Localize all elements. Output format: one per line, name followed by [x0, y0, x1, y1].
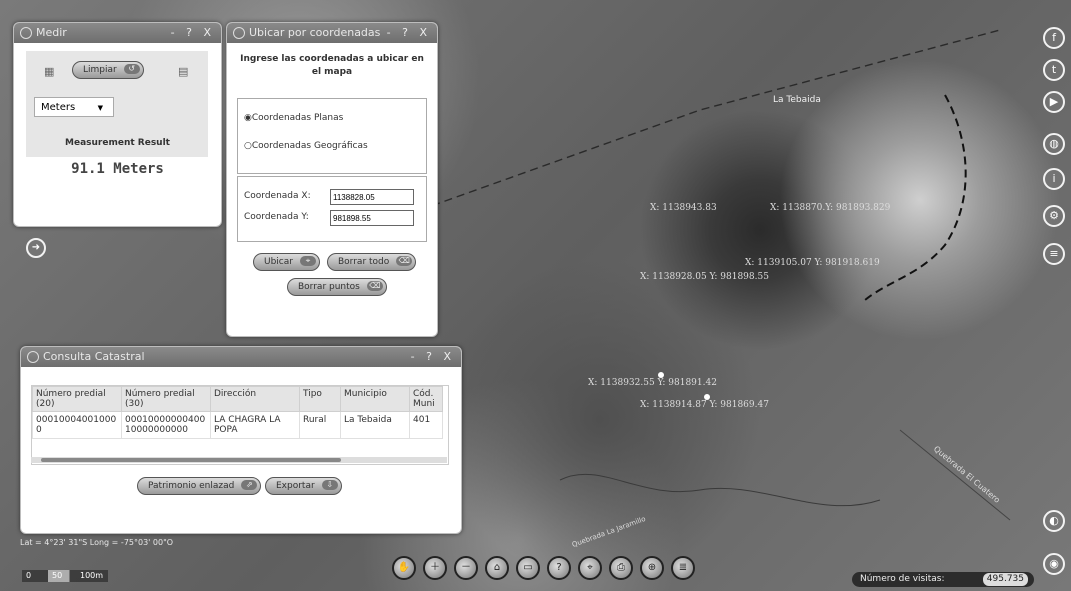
facebook-icon[interactable]: f [1043, 27, 1065, 49]
coord-label: X: 1138870.Y: 981893.829 [770, 203, 891, 213]
window-icon [233, 27, 245, 39]
print-tool-icon[interactable]: ⎙ [609, 556, 633, 580]
medir-window: Medir - ? X ▦ Limpiar ↺ ▤ Meters ▼ Measure… [13, 22, 222, 227]
ubicar-title: Ubicar por coordenadas [249, 26, 381, 39]
twitter-icon[interactable]: t [1043, 59, 1065, 81]
visit-counter: Número de visitas: 495.735 [852, 572, 1034, 587]
horizontal-scrollbar[interactable] [31, 457, 447, 463]
catastral-window: Consulta Catastral - ? X Número predial … [20, 346, 462, 534]
catastral-title: Consulta Catastral [43, 350, 145, 363]
layers-icon[interactable]: ≡ [1043, 243, 1065, 265]
ubicar-heading: Ingrese las coordenadas a ubicar en el m… [240, 54, 424, 77]
coord-label: X: 1138914.87 Y: 981869.47 [640, 400, 769, 410]
scrollbar-thumb[interactable] [41, 458, 341, 462]
youtube-icon[interactable]: ▶ [1043, 91, 1065, 113]
stream-line [899, 429, 1011, 521]
table-cell: Rural [299, 411, 341, 439]
river-line [559, 473, 881, 507]
full-extent-icon[interactable]: ⌂ [485, 556, 509, 580]
clear-button[interactable]: Limpiar ↺ [72, 61, 144, 79]
results-table-container: Número predial (20) Número predial (30) … [31, 385, 449, 465]
coord-label: X: 1139105.07 Y: 981918.619 [745, 258, 880, 268]
zoom-in-tool-icon[interactable]: ＋ [423, 556, 447, 580]
pan-tool-icon[interactable]: ✋ [392, 556, 416, 580]
medir-titlebar[interactable]: Medir - ? X [14, 23, 221, 43]
coord-type-group: ◉Coordenadas Planas ○Coordenadas Geográf… [237, 98, 427, 174]
chevron-down-icon: ▼ [97, 104, 103, 112]
coord-x-input[interactable] [330, 189, 414, 205]
medir-title: Medir [36, 26, 67, 39]
radio-checked-icon: ◉ [244, 113, 252, 123]
window-controls[interactable]: - ? X [387, 23, 431, 43]
locate-icon: ⌖ [299, 256, 316, 266]
exportar-button[interactable]: Exportar ⇩ [265, 477, 342, 495]
column-header[interactable]: Tipo [299, 386, 341, 412]
table-row[interactable]: 00010004001000 0 00010000000400 10000000… [32, 411, 443, 439]
latlong-readout: Lat = 4°23' 31"S Long = -75°03' 00"O [20, 538, 174, 547]
borrar-todo-button[interactable]: Borrar todo ⌫ [327, 253, 417, 271]
table-cell: 00010004001000 0 [32, 411, 122, 439]
coord-input-group: Coordenada X: Coordenada Y: [237, 176, 427, 242]
catastral-titlebar[interactable]: Consulta Catastral - ? X [21, 347, 461, 367]
radio-unchecked-icon: ○ [244, 141, 252, 151]
results-table: Número predial (20) Número predial (30) … [32, 386, 443, 439]
table-cell: 00010000000400 10000000000 [121, 411, 211, 439]
boundary-line-right [864, 94, 967, 301]
coord-y-input[interactable] [330, 210, 414, 226]
patrimonio-button[interactable]: Patrimonio enlazad ⇗ [137, 477, 262, 495]
column-header[interactable]: Dirección [210, 386, 300, 412]
column-header[interactable]: Número predial (20) [32, 386, 122, 412]
erase-icon: ⌫ [396, 256, 413, 266]
table-cell: 401 [409, 411, 443, 439]
export-icon: ⇩ [321, 480, 338, 490]
column-header[interactable]: Número predial (30) [121, 386, 211, 412]
identify-tool-icon[interactable]: ? [547, 556, 571, 580]
clear-icon: ↺ [123, 64, 140, 74]
window-icon [27, 351, 39, 363]
table-cell: LA CHAGRA LA POPA [210, 411, 300, 439]
fullscreen-icon[interactable]: ◐ [1043, 510, 1065, 532]
locate-tool-icon[interactable]: ⌖ [578, 556, 602, 580]
table-cell: La Tebaida [340, 411, 410, 439]
column-header[interactable]: Cód. Muni [409, 386, 443, 412]
zoom-out-tool-icon[interactable]: － [454, 556, 478, 580]
borrar-puntos-button[interactable]: Borrar puntos ⌫ [287, 278, 387, 296]
ubicar-window: Ubicar por coordenadas - ? X Ingrese las… [226, 22, 438, 337]
window-icon [20, 27, 32, 39]
place-label: La Tebaida [773, 95, 821, 105]
scale-bar: 0 50 100m [22, 570, 110, 582]
ubicar-titlebar[interactable]: Ubicar por coordenadas - ? X [227, 23, 437, 43]
globe-icon[interactable]: ◍ [1043, 133, 1065, 155]
query-tool-icon[interactable]: ⊕ [640, 556, 664, 580]
expand-panel-button[interactable]: ➜ [26, 238, 46, 258]
label-y: Coordenada Y: [244, 212, 309, 222]
radio-geograficas[interactable]: ○Coordenadas Geográficas [244, 141, 368, 151]
radio-planas[interactable]: ◉Coordenadas Planas [244, 113, 343, 123]
layers-tool-icon[interactable]: ≣ [671, 556, 695, 580]
result-value: 91.1 Meters [71, 161, 164, 177]
ubicar-button[interactable]: Ubicar ⌖ [253, 253, 320, 271]
coord-label: X: 1138943.83 [650, 203, 717, 213]
info-icon[interactable]: i [1043, 168, 1065, 190]
measure-tool-icon[interactable]: ▭ [516, 556, 540, 580]
coord-label: X: 1138932.55 Y: 981891.42 [588, 378, 717, 388]
coord-label: X: 1138928.05 Y: 981898.55 [640, 272, 769, 282]
area-icon[interactable]: ▤ [178, 65, 188, 78]
settings-icon[interactable]: ⚙ [1043, 205, 1065, 227]
link-icon: ⇗ [241, 480, 258, 490]
window-controls[interactable]: - ? X [171, 23, 215, 43]
erase-points-icon: ⌫ [366, 281, 383, 291]
column-header[interactable]: Municipio [340, 386, 410, 412]
result-label: Measurement Result [65, 138, 170, 148]
label-x: Coordenada X: [244, 191, 311, 201]
visibility-icon[interactable]: ◉ [1043, 553, 1065, 575]
distance-icon[interactable]: ▦ [44, 65, 54, 78]
table-header-row: Número predial (20) Número predial (30) … [32, 386, 443, 412]
units-select[interactable]: Meters ▼ [34, 97, 114, 117]
window-controls[interactable]: - ? X [411, 347, 455, 367]
